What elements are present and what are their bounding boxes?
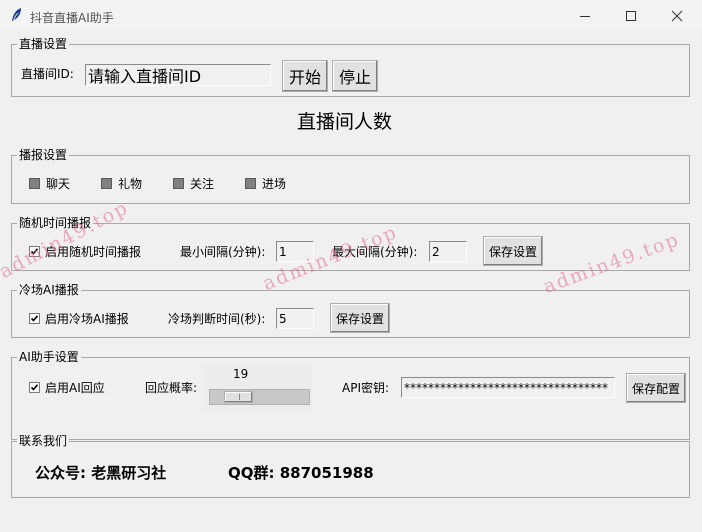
window-title: 抖音直播AI助手 <box>30 11 114 25</box>
ai-settings-title: AI助手设置 <box>17 349 81 365</box>
enter-checkbox[interactable] <box>245 178 256 189</box>
cold-save-button[interactable]: 保存设置 <box>330 303 390 333</box>
room-id-label: 直播间ID: <box>21 67 74 81</box>
response-prob-value: 19 <box>233 367 249 381</box>
maximize-icon <box>626 10 636 21</box>
response-prob-label: 回应概率: <box>145 381 198 395</box>
ai-enable-checkbox[interactable] <box>29 382 40 393</box>
cold-threshold-label: 冷场判断时间(秒): <box>168 312 266 326</box>
cold-enable-label: 启用冷场AI播报 <box>45 312 129 326</box>
maximize-button[interactable] <box>608 0 654 31</box>
ai-save-button[interactable]: 保存配置 <box>626 373 686 403</box>
cold-enable-checkbox[interactable] <box>29 313 40 324</box>
gift-label: 礼物 <box>118 177 143 191</box>
title-bar[interactable]: 抖音直播AI助手 <box>0 0 702 31</box>
gift-checkbox[interactable] <box>101 178 112 189</box>
min-interval-label: 最小间隔(分钟): <box>180 245 266 259</box>
feather-icon <box>12 8 21 21</box>
broadcast-settings-group: 播报设置 聊天 礼物 关注 进场 <box>11 147 690 204</box>
qq-group: QQ群: 887051988 <box>228 464 374 482</box>
follow-label: 关注 <box>190 177 215 191</box>
main-window: 直播设置 直播间ID: 开始 停止 直播间人数 播报设置 聊天 礼物 关注 进场… <box>0 31 702 532</box>
minimize-icon <box>580 15 590 17</box>
slider-trough[interactable] <box>209 389 310 405</box>
live-settings-group: 直播设置 直播间ID: 开始 停止 <box>11 36 690 97</box>
close-icon <box>671 10 683 21</box>
checkmark-icon <box>30 315 39 322</box>
api-key-label: API密钥: <box>342 381 390 395</box>
close-button[interactable] <box>654 0 700 31</box>
room-id-input[interactable] <box>85 64 271 86</box>
wechat-official-account: 公众号: 老黑研习社 <box>35 464 167 482</box>
response-prob-slider[interactable]: 19 <box>205 366 312 410</box>
chat-label: 聊天 <box>46 177 71 191</box>
chat-checkbox[interactable] <box>29 178 40 189</box>
contact-group: 联系我们 公众号: 老黑研习社 QQ群: 887051988 <box>11 433 690 498</box>
checkmark-icon <box>30 384 39 391</box>
api-key-input[interactable] <box>401 377 615 398</box>
viewer-count-label: 直播间人数 <box>297 111 393 133</box>
slider-thumb[interactable] <box>224 391 253 403</box>
broadcast-settings-title: 播报设置 <box>17 147 70 163</box>
max-interval-input[interactable] <box>429 241 467 262</box>
cold-threshold-input[interactable] <box>276 308 314 329</box>
cold-broadcast-group: 冷场AI播报 启用冷场AI播报 冷场判断时间(秒): 保存设置 <box>11 282 690 338</box>
start-button[interactable]: 开始 <box>282 60 328 92</box>
random-save-button[interactable]: 保存设置 <box>483 236 543 266</box>
ai-enable-label: 启用AI回应 <box>45 381 105 395</box>
stop-button[interactable]: 停止 <box>332 60 378 92</box>
minimize-button[interactable] <box>562 0 608 31</box>
follow-checkbox[interactable] <box>173 178 184 189</box>
cold-broadcast-title: 冷场AI播报 <box>17 282 81 298</box>
contact-title: 联系我们 <box>17 433 70 449</box>
live-settings-title: 直播设置 <box>17 36 70 52</box>
enter-label: 进场 <box>262 177 287 191</box>
ai-settings-group: AI助手设置 启用AI回应 回应概率: 19 API密钥: 保存配置 <box>11 349 690 440</box>
